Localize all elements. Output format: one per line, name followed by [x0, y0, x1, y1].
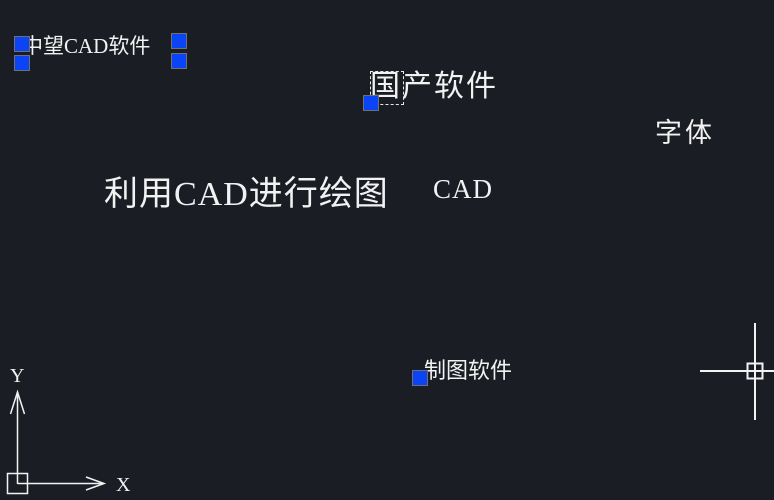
text-entity-zhitu[interactable]: 制图软件	[424, 360, 512, 382]
crosshair-cursor	[700, 323, 774, 420]
grip-zwcad-1[interactable]	[14, 36, 30, 52]
text-entity-ziti[interactable]: 字体	[655, 120, 715, 147]
grip-zwcad-4[interactable]	[171, 53, 187, 69]
grip-zwcad-3[interactable]	[171, 33, 187, 49]
text-entity-zwcad[interactable]: 中望CAD软件	[22, 36, 150, 57]
text-entity-liyong-cad[interactable]: 利用CAD进行绘图	[104, 178, 389, 212]
ucs-x-axis-label: X	[116, 474, 131, 496]
grip-zhitu-1[interactable]	[412, 370, 428, 386]
ucs-coordinate-icon: Y X	[0, 352, 160, 500]
cad-drawing-canvas[interactable]: 中望CAD软件 国产软件 字体 利用CAD进行绘图 CAD 制图软件 Y X	[0, 0, 774, 500]
ucs-y-axis-label: Y	[10, 365, 24, 387]
pickbox-square	[746, 362, 764, 380]
grip-zwcad-2[interactable]	[14, 55, 30, 71]
text-entity-cad[interactable]: CAD	[433, 176, 493, 203]
grip-guochan-1[interactable]	[363, 95, 379, 111]
